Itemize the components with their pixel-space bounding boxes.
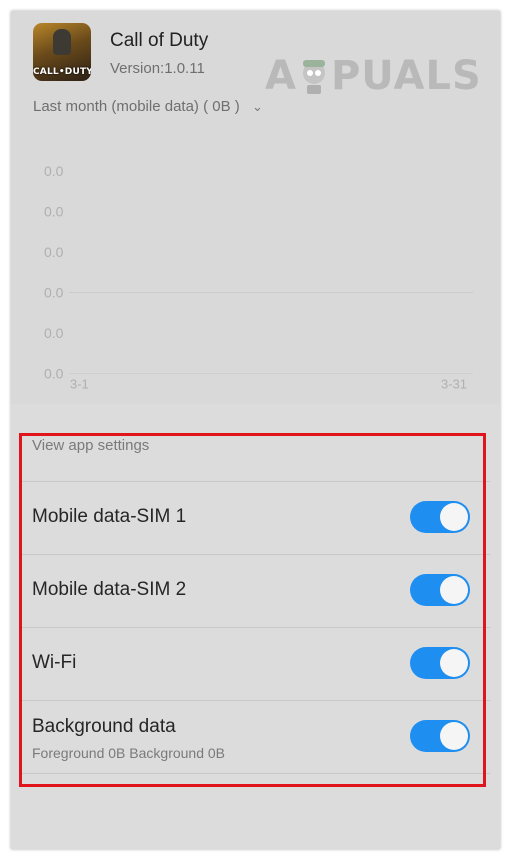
setting-label: Mobile data-SIM 1 <box>32 506 187 527</box>
appuals-watermark: A PUALS <box>265 53 482 99</box>
soldier-graphic <box>53 29 71 55</box>
call-of-duty-app-icon: CALL•DUTY <box>33 23 91 81</box>
x-tick-label: 3-1 <box>70 377 89 392</box>
toggle-knob <box>440 722 468 750</box>
usage-chart: 0.0 0.0 0.0 0.0 0.0 0.0 3-1 3-31 <box>11 131 500 391</box>
toggle-knob <box>440 649 468 677</box>
y-tick-label: 0.0 <box>44 244 64 260</box>
period-label: Last month (mobile data) ( 0B ) <box>33 98 240 115</box>
toggle-knob <box>440 503 468 531</box>
setting-sub-label: Foreground 0B Background 0B <box>32 745 226 761</box>
y-tick-label: 0.0 <box>44 163 64 179</box>
setting-label: Wi-Fi <box>32 652 77 673</box>
appuals-mascot-icon <box>299 57 329 95</box>
period-selector[interactable]: Last month (mobile data) ( 0B ) ⌄ <box>33 98 263 115</box>
view-app-settings-header: View app settings <box>32 437 150 454</box>
setting-label: Background data <box>32 716 176 737</box>
setting-row-mobile-data-sim1[interactable]: Mobile data-SIM 1 <box>20 481 490 554</box>
setting-row-wifi[interactable]: Wi-Fi <box>20 627 490 700</box>
watermark-text-right: PUALS <box>330 53 482 99</box>
chevron-down-icon: ⌄ <box>251 99 263 114</box>
setting-row-background-data[interactable]: Background data Foreground 0B Background… <box>20 700 490 773</box>
y-tick-label: 0.0 <box>44 325 64 341</box>
y-tick-label: 0.0 <box>44 285 64 301</box>
y-tick-label: 0.0 <box>44 366 64 382</box>
wifi-toggle[interactable] <box>410 647 470 679</box>
setting-label: Mobile data-SIM 2 <box>32 579 187 600</box>
background-data-toggle[interactable] <box>410 720 470 752</box>
mobile-data-sim2-toggle[interactable] <box>410 574 470 606</box>
usage-panel: CALL•DUTY Call of Duty Version:1.0.11 A … <box>11 11 500 404</box>
usage-chart-svg: 0.0 0.0 0.0 0.0 0.0 0.0 3-1 3-31 <box>44 163 473 392</box>
mobile-data-sim1-toggle[interactable] <box>410 501 470 533</box>
watermark-text-left: A <box>265 53 297 99</box>
row-divider <box>20 773 490 774</box>
x-tick-label: 3-31 <box>441 377 467 392</box>
app-version: Version:1.0.11 <box>110 60 205 77</box>
setting-row-mobile-data-sim2[interactable]: Mobile data-SIM 2 <box>20 554 490 627</box>
toggle-knob <box>440 576 468 604</box>
app-icon-label: CALL•DUTY <box>33 67 91 77</box>
y-tick-label: 0.0 <box>44 204 64 220</box>
app-data-usage-screen: CALL•DUTY Call of Duty Version:1.0.11 A … <box>11 11 500 849</box>
app-title: Call of Duty <box>110 30 209 51</box>
app-settings-panel: View app settings Mobile data-SIM 1 Mobi… <box>11 404 500 849</box>
